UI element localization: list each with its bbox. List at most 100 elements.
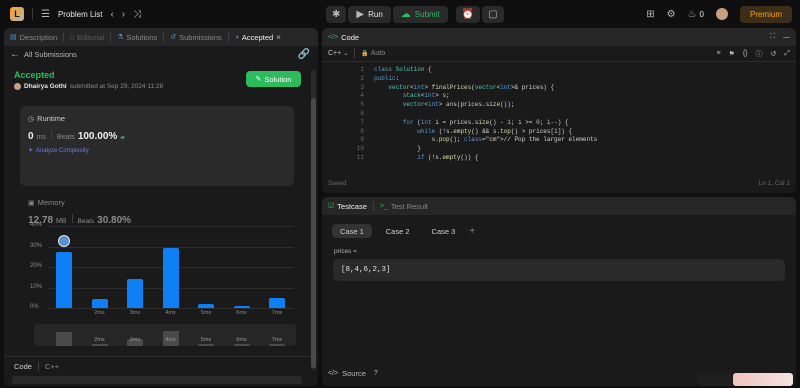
code-line[interactable]: vector<int> ans(prices.size()); xyxy=(374,101,515,110)
format-icon[interactable]: ≡ xyxy=(716,49,720,59)
divider xyxy=(37,362,39,371)
chart-bar[interactable] xyxy=(127,279,143,308)
chart-bar[interactable] xyxy=(56,251,72,308)
divider xyxy=(354,49,356,58)
description-panel: ▤ Description ▯ Editorial ⚗ Solutions ↺ Subm… xyxy=(4,28,318,386)
line-number: 3 xyxy=(360,83,364,91)
premium-button[interactable]: Premium xyxy=(739,5,792,23)
chart-bar[interactable] xyxy=(233,305,250,308)
divider xyxy=(372,201,374,211)
minimize-icon[interactable]: — xyxy=(783,33,790,41)
braces-icon[interactable]: {} xyxy=(743,49,748,59)
line-number: 1 xyxy=(360,66,364,73)
line-number: 5 xyxy=(360,101,364,109)
code-preview xyxy=(12,376,302,384)
code-line[interactable]: } xyxy=(374,145,421,154)
code-label: Code xyxy=(14,362,32,371)
line-number: 7 xyxy=(360,118,364,126)
chart-bar[interactable] xyxy=(269,297,285,308)
line-number: 2 xyxy=(360,74,364,82)
navigator-label: 5ms xyxy=(200,337,212,343)
layout-icon[interactable]: ⊞ xyxy=(646,9,654,20)
help-icon[interactable]: ? xyxy=(374,370,378,377)
chart-bar[interactable] xyxy=(162,247,179,308)
list-icon[interactable]: ☰ xyxy=(41,9,50,20)
streak-counter[interactable]: ♨ 0 xyxy=(688,9,704,20)
divider xyxy=(4,356,318,357)
code-line[interactable]: if (!s.empty()) { xyxy=(374,154,478,163)
add-case-icon[interactable]: + xyxy=(469,226,475,237)
info-icon[interactable]: ⓘ xyxy=(756,49,763,59)
my-submission-marker[interactable] xyxy=(58,235,70,247)
timer-button[interactable]: ⏰ xyxy=(455,6,481,23)
code-line[interactable]: s.pop(); class="cm">// Pop the larger el… xyxy=(374,136,598,145)
language-value: C++ xyxy=(328,50,342,57)
line-number: 4 xyxy=(360,92,364,100)
code-editor[interactable]: 1 class Solution { 2 public: 3 vector<int> f… xyxy=(322,66,796,166)
run-label: Run xyxy=(368,10,383,19)
note-icon: ▢ xyxy=(488,9,498,20)
status-chip xyxy=(698,373,732,386)
chart-bar[interactable] xyxy=(198,303,214,308)
chevron-right-icon[interactable]: › xyxy=(122,9,125,20)
debug-button[interactable]: ✱ xyxy=(326,6,347,23)
prices-input[interactable]: [8,4,6,2,3] xyxy=(333,259,785,281)
scrollbar-thumb[interactable] xyxy=(311,98,316,368)
code-icon: </> xyxy=(328,370,339,377)
promo-banner[interactable] xyxy=(733,373,793,386)
bookmark-icon[interactable]: ⚑ xyxy=(729,49,735,59)
chevron-down-icon: ⌄ xyxy=(343,51,349,57)
auto-toggle[interactable]: 🔒 Auto xyxy=(361,50,385,57)
gridline xyxy=(48,226,294,227)
line-number: 6 xyxy=(360,110,364,117)
language-select[interactable]: C++ ⌄ xyxy=(328,50,348,57)
gridline xyxy=(48,308,294,309)
code-panel-actions: ⛶ — xyxy=(770,33,790,41)
user-avatar[interactable] xyxy=(715,8,728,20)
case-2-tab[interactable]: Case 2 xyxy=(378,224,418,238)
notes-button[interactable]: ▢ xyxy=(482,6,504,23)
x-tick-label: 3ms xyxy=(129,310,141,316)
run-button[interactable]: ▶ Run xyxy=(348,6,391,23)
problem-list-link[interactable]: Problem List xyxy=(58,10,102,19)
divider xyxy=(32,8,33,20)
case-3-tab[interactable]: Case 3 xyxy=(424,224,464,238)
y-tick-label: 10% xyxy=(30,283,43,290)
streak-count: 0 xyxy=(699,9,704,19)
chevron-left-icon[interactable]: ‹ xyxy=(110,9,113,20)
code-line[interactable]: stack<int> s; xyxy=(374,92,450,101)
navigator-bar xyxy=(56,332,72,346)
leetcode-logo[interactable]: L xyxy=(10,7,24,21)
code-line[interactable]: for (int i = prices.size() - 1; i >= 0; … xyxy=(374,119,569,128)
code-line[interactable]: while (!s.empty() && s.top() > prices[i]… xyxy=(374,128,572,137)
chart-bar[interactable] xyxy=(91,298,108,308)
expand-icon[interactable]: ⤢ xyxy=(784,49,790,59)
navigator-label: 3ms xyxy=(129,337,141,343)
case-1-tab[interactable]: Case 1 xyxy=(332,224,372,238)
submit-button[interactable]: ☁ Submit xyxy=(392,6,448,23)
play-icon: ▶ xyxy=(356,9,365,20)
shuffle-icon[interactable]: ⤨ xyxy=(133,9,141,20)
tab-test-result[interactable]: >_ Test Result xyxy=(380,202,428,211)
x-tick-label: 2ms xyxy=(94,310,105,316)
bug-icon: ✱ xyxy=(332,9,341,20)
tab-testcase[interactable]: ☑ Testcase xyxy=(328,202,367,211)
y-tick-label: 40% xyxy=(30,222,43,228)
language-label: C++ xyxy=(44,362,60,371)
testcase-tab-bar: ☑ Testcase >_ Test Result xyxy=(322,197,796,215)
y-tick-label: 0% xyxy=(30,304,39,310)
terminal-icon: >_ xyxy=(379,202,388,210)
code-tab-bar: </> Code ⛶ — xyxy=(322,28,796,46)
tab-code[interactable]: </> Code xyxy=(328,33,359,42)
code-line[interactable]: class Solution { xyxy=(374,66,432,75)
source-label[interactable]: Source xyxy=(342,369,366,378)
top-bar: L ☰ Problem List ‹ › ⤨ ✱ ▶ Run ☁ Submit ⏰ … xyxy=(0,0,800,28)
editor-actions: ≡ ⚑ {} ⓘ ↺ ⤢ xyxy=(716,49,790,59)
maximize-icon[interactable]: ⛶ xyxy=(770,33,775,41)
save-status: Saved xyxy=(328,180,347,187)
code-line[interactable]: vector<int> finalPrices(vector<int>& pri… xyxy=(374,84,554,93)
settings-icon[interactable]: ⚙ xyxy=(667,9,676,20)
code-line[interactable]: public: xyxy=(374,75,399,84)
navigator-label: 2ms xyxy=(94,337,105,343)
reset-icon[interactable]: ↺ xyxy=(771,49,777,59)
